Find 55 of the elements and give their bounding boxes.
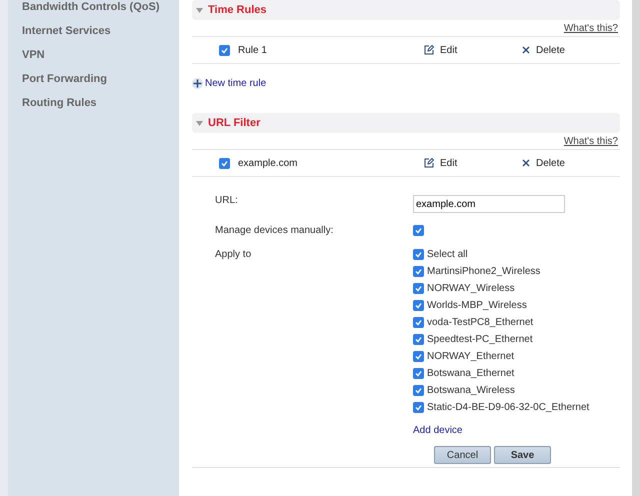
checkbox[interactable] [413, 266, 424, 277]
device-name: Botswana_Wireless [427, 385, 515, 396]
checkbox[interactable] [413, 300, 424, 311]
edit-button[interactable]: Edit [424, 44, 522, 56]
checkbox[interactable] [413, 249, 424, 260]
device-name: NORWAY_Wireless [427, 283, 515, 294]
sidebar-item[interactable]: VPN [22, 48, 179, 62]
device-name: Speedtest-PC_Ethernet [427, 334, 533, 345]
sidebar-item[interactable]: Port Forwarding [22, 72, 179, 86]
edit-icon [424, 158, 434, 168]
checkbox[interactable] [219, 158, 230, 168]
manage-label: Manage devices manually: [215, 225, 334, 237]
device-name: Worlds-MBP_Wireless [427, 300, 527, 311]
url-label: URL: [215, 195, 239, 208]
checkbox[interactable] [413, 402, 424, 413]
device-name: MartinsiPhone2_Wireless [427, 266, 540, 277]
sidebar-item[interactable]: Internet Services [22, 24, 179, 38]
section-header[interactable]: Time Rules [192, 0, 620, 20]
device-name: Botswana_Ethernet [427, 368, 514, 379]
checkbox[interactable] [413, 225, 424, 236]
checkbox[interactable] [413, 368, 424, 379]
delete-button[interactable]: Delete [522, 44, 620, 56]
section-title: Time Rules [208, 4, 266, 16]
caret-icon[interactable] [196, 120, 203, 126]
section-header[interactable]: URL Filter [192, 113, 620, 133]
new-time-rule-link[interactable]: New time rule [192, 78, 620, 89]
checkbox[interactable] [413, 385, 424, 396]
help-link[interactable]: What's this? [564, 23, 618, 34]
checkbox[interactable] [413, 334, 424, 345]
caret-icon[interactable] [196, 8, 203, 12]
help-link[interactable]: What's this? [564, 136, 618, 147]
checkbox[interactable] [413, 283, 424, 294]
checkbox[interactable] [413, 317, 424, 328]
close-icon [522, 159, 530, 167]
sidebar-item[interactable]: Bandwidth Controls (QoS) [22, 0, 179, 14]
device-name: Select all [427, 249, 468, 260]
device-name: NORWAY_Ethernet [427, 351, 514, 362]
device-name: voda-TestPC8_Ethernet [427, 317, 534, 328]
close-icon [522, 46, 530, 54]
sidebar-item[interactable]: Routing Rules [22, 96, 179, 110]
rule-name: example.com [238, 158, 298, 168]
checkbox[interactable] [413, 351, 424, 362]
delete-button[interactable]: Delete [522, 158, 620, 168]
edit-icon [424, 45, 434, 55]
cancel-button[interactable]: Cancel [434, 446, 491, 464]
edit-button[interactable]: Edit [424, 158, 522, 168]
url-input[interactable]: example.com [413, 195, 565, 213]
apply-label: Apply to [215, 249, 252, 262]
device-name: Static-D4-BE-D9-06-32-0C_Ethernet [427, 402, 590, 413]
checkbox[interactable] [219, 44, 230, 56]
section-title: URL Filter [208, 117, 260, 129]
add-device-link[interactable]: Add device [413, 425, 462, 436]
plus-icon [192, 78, 203, 89]
rule-name: Rule 1 [238, 44, 268, 56]
save-button[interactable]: Save [494, 446, 551, 464]
